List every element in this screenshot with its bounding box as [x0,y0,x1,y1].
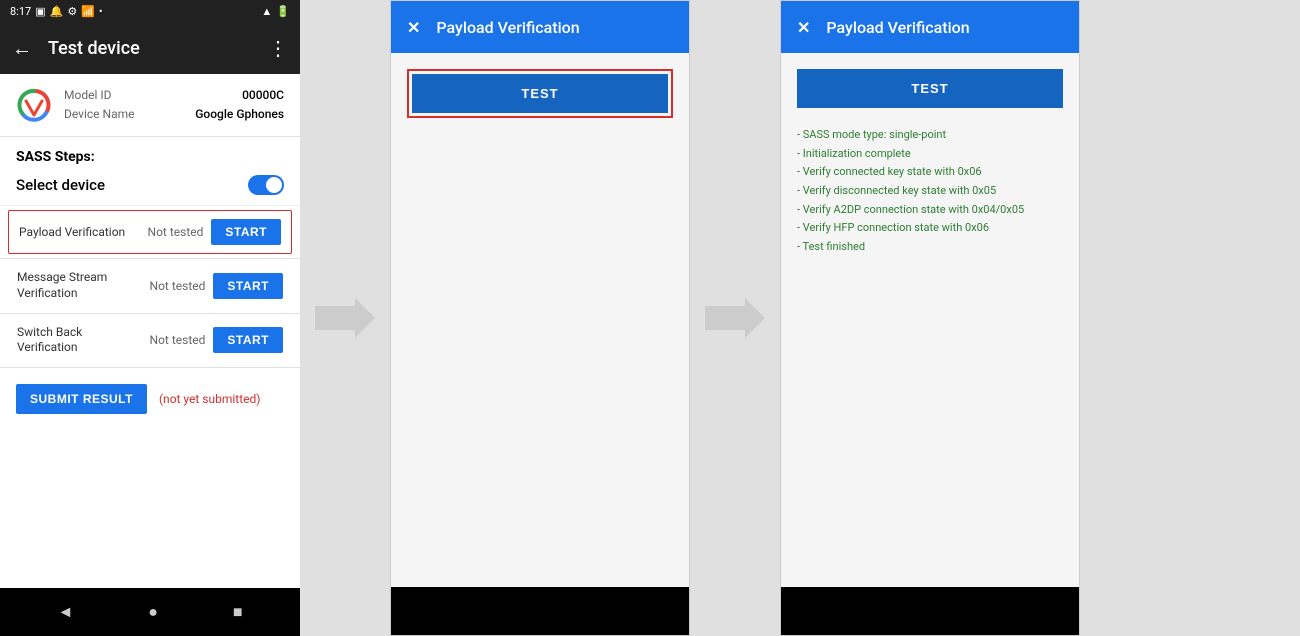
submit-result-button[interactable]: SUBMIT RESULT [16,384,147,414]
result-line: - Verify connected key state with 0x06 [797,163,1063,182]
step-payload-name: Payload Verification [19,225,140,241]
arrow-2-icon [705,298,765,338]
dialog-screen-1: ✕ Payload Verification TEST [390,0,690,636]
dialog-2-body: TEST - SASS mode type: single-point- Ini… [781,53,1079,587]
model-label: Model ID [64,86,111,105]
time-display: 8:17 [10,5,31,18]
test-button-1[interactable]: TEST [412,74,668,113]
select-device-row: Select device [0,171,300,206]
signal-icon: 📶 [81,5,95,18]
submit-note: (not yet submitted) [159,392,261,406]
app-title: Test device [48,38,268,59]
submit-row: SUBMIT RESULT (not yet submitted) [0,368,300,430]
step-switch-status: Not tested [150,333,206,347]
phone-screen: 8:17 ▣ 🔔 ⚙ 📶 • ▲ 🔋 ← Test device ⋮ [0,0,300,636]
menu-button[interactable]: ⋮ [268,36,288,60]
step-payload-status: Not tested [148,225,204,239]
sim-icon: ▣ [35,5,45,18]
device-name-row: Device Name Google Gphones [64,105,284,124]
result-lines: - SASS mode type: single-point- Initiali… [797,126,1063,257]
result-line: - Verify A2DP connection state with 0x04… [797,201,1063,220]
device-info: Model ID 00000C Device Name Google Gphon… [0,74,300,137]
wifi-icon: ▲ [261,5,272,18]
step-switch-start-button[interactable]: START [213,327,283,353]
step-payload-verification: Payload Verification Not tested START [8,210,292,254]
arrow-1-container [300,0,390,636]
settings-icon: ⚙ [67,5,77,18]
back-button[interactable]: ← [12,36,32,61]
arrow-2-container [690,0,780,636]
recent-nav-button[interactable]: ■ [233,602,243,622]
device-toggle[interactable] [248,175,284,195]
step-switch-back: Switch Back Verification Not tested STAR… [0,314,300,367]
dialog-2-footer [781,587,1079,635]
dialog-1-close-button[interactable]: ✕ [407,18,420,37]
dialog-1-title: Payload Verification [436,18,579,37]
step-message-start-button[interactable]: START [213,273,283,299]
dialog-2-header: ✕ Payload Verification [781,1,1079,53]
model-value: 00000C [242,86,284,105]
step-message-stream: Message Stream Verification Not tested S… [0,259,300,312]
home-nav-button[interactable]: ● [148,602,158,622]
device-logo [16,87,52,123]
test-btn-container-1: TEST [407,69,673,118]
status-bar: 8:17 ▣ 🔔 ⚙ 📶 • ▲ 🔋 [0,0,300,22]
result-line: - Verify disconnected key state with 0x0… [797,182,1063,201]
step-payload-start-button[interactable]: START [211,219,281,245]
dialog-1-body: TEST [391,53,689,587]
dialog-2-close-button[interactable]: ✕ [797,18,810,37]
dialog-2-title: Payload Verification [826,18,969,37]
dialog-1-footer [391,587,689,635]
model-row: Model ID 00000C [64,86,284,105]
app-bar: ← Test device ⋮ [0,22,300,74]
nav-bar: ◄ ● ■ [0,588,300,636]
dialog-screen-2: ✕ Payload Verification TEST - SASS mode … [780,0,1080,636]
result-line: - Initialization complete [797,145,1063,164]
result-line: - SASS mode type: single-point [797,126,1063,145]
device-name-label: Device Name [64,105,135,124]
device-details: Model ID 00000C Device Name Google Gphon… [64,86,284,124]
dialog-1-header: ✕ Payload Verification [391,1,689,53]
step-message-name: Message Stream Verification [17,270,142,301]
phone-content: Model ID 00000C Device Name Google Gphon… [0,74,300,588]
test-button-2[interactable]: TEST [797,69,1063,108]
sass-steps-header: SASS Steps: [0,137,300,171]
step-message-status: Not tested [150,279,206,293]
device-name-value: Google Gphones [195,105,284,124]
battery-icon: 🔋 [276,5,290,18]
arrow-1-icon [315,298,375,338]
result-line: - Test finished [797,238,1063,257]
result-line: - Verify HFP connection state with 0x06 [797,219,1063,238]
back-nav-button[interactable]: ◄ [57,602,73,622]
status-left: 8:17 ▣ 🔔 ⚙ 📶 • [10,5,103,18]
step-switch-name: Switch Back Verification [17,325,142,356]
notification-icon: 🔔 [50,5,64,18]
sass-steps-label: SASS Steps: [16,149,95,165]
select-device-label: Select device [16,176,105,194]
status-right: ▲ 🔋 [261,5,290,18]
dot-icon: • [99,5,103,18]
